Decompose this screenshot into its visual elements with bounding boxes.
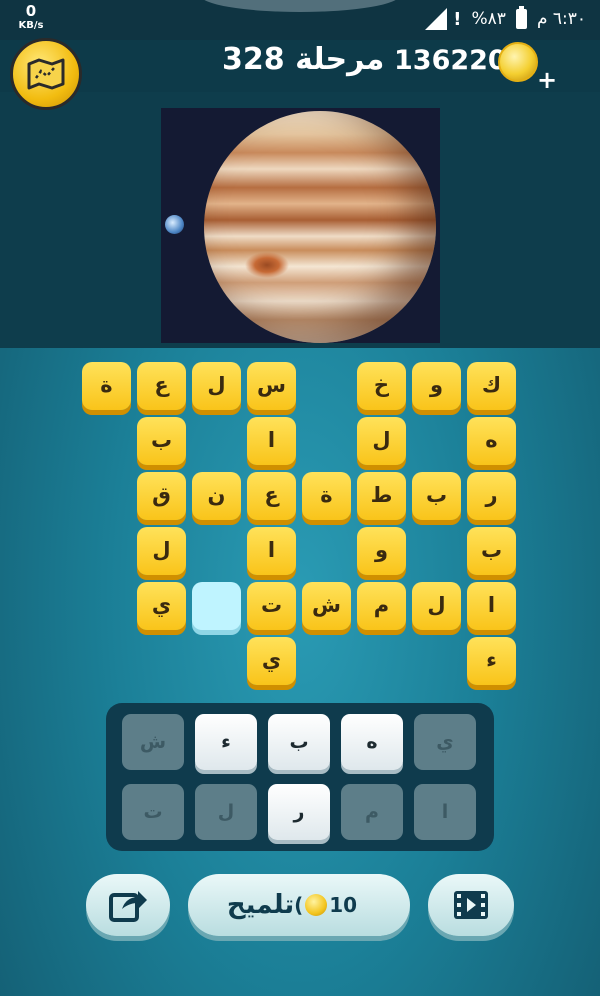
letter-tile[interactable]: ا <box>467 582 516 630</box>
letter-tile[interactable]: ي <box>137 582 186 630</box>
letter-tile[interactable]: خ <box>357 362 406 410</box>
share-icon <box>109 891 147 922</box>
letter-tile[interactable]: و <box>357 527 406 575</box>
letter-tile[interactable]: ل <box>137 527 186 575</box>
letter-tile[interactable]: ع <box>247 472 296 520</box>
status-bar: 0 KB/s ! %٨٣ ٦:٣٠ م <box>0 0 600 40</box>
letter-key[interactable]: ا <box>414 784 476 840</box>
letter-tile[interactable]: ء <box>467 637 516 685</box>
level-number: 328 <box>222 42 285 77</box>
letter-tile[interactable]: م <box>357 582 406 630</box>
letter-tile[interactable]: ر <box>467 472 516 520</box>
letter-tile[interactable]: ب <box>467 527 516 575</box>
letter-tile[interactable]: ا <box>247 417 296 465</box>
letter-key[interactable]: ر <box>268 784 330 840</box>
signal-icon <box>425 8 448 30</box>
share-button[interactable] <box>86 874 170 936</box>
hint-label: تلميح <box>226 890 295 920</box>
add-coins-button[interactable]: + <box>537 68 557 92</box>
letter-tile[interactable]: ط <box>357 472 406 520</box>
network-speed: 0 KB/s <box>18 2 44 31</box>
letter-key[interactable]: ب <box>268 714 330 770</box>
hint-button[interactable]: تلميح ( 10 <box>188 874 410 936</box>
letter-tile[interactable]: ت <box>247 582 296 630</box>
letter-tile[interactable]: و <box>412 362 461 410</box>
letter-tile[interactable]: ل <box>357 417 406 465</box>
hint-cost: ( 10 <box>294 893 358 917</box>
battery-percent: %٨٣ <box>471 9 506 29</box>
letter-tile[interactable]: ن <box>192 472 241 520</box>
earth-image <box>165 215 184 234</box>
letter-tile[interactable]: ب <box>412 472 461 520</box>
letter-tile[interactable]: ك <box>467 362 516 410</box>
letter-tile[interactable]: ب <box>137 417 186 465</box>
letter-tile[interactable]: ة <box>82 362 131 410</box>
letter-key[interactable]: ش <box>122 714 184 770</box>
notch-shape <box>200 0 400 12</box>
film-icon <box>454 891 488 919</box>
letter-tile[interactable]: ة <box>302 472 351 520</box>
coin-icon <box>498 42 538 82</box>
letter-tile[interactable]: ي <box>247 637 296 685</box>
letter-tile[interactable]: ع <box>137 362 186 410</box>
letter-key[interactable]: ل <box>195 784 257 840</box>
level-label: مرحلة <box>295 42 385 77</box>
clock: ٦:٣٠ م <box>536 9 586 29</box>
hint-coin-icon <box>305 894 328 916</box>
letter-key[interactable]: ي <box>414 714 476 770</box>
puzzle-image <box>161 108 440 343</box>
letter-key[interactable]: ت <box>122 784 184 840</box>
status-right: ! %٨٣ ٦:٣٠ م <box>425 6 586 30</box>
letter-tile[interactable]: ق <box>137 472 186 520</box>
battery-icon <box>515 6 527 29</box>
map-icon <box>27 58 65 90</box>
letter-key[interactable]: م <box>341 784 403 840</box>
letter-tile[interactable]: س <box>247 362 296 410</box>
letter-tile[interactable]: ل <box>412 582 461 630</box>
no-data-icon: ! <box>453 8 462 30</box>
letter-tile[interactable]: ا <box>247 527 296 575</box>
video-button[interactable] <box>428 874 514 936</box>
empty-answer-cell[interactable] <box>192 582 241 630</box>
map-button[interactable] <box>10 38 82 110</box>
letter-tile[interactable]: ش <box>302 582 351 630</box>
level-indicator: مرحلة 328 <box>222 42 384 77</box>
letter-tile[interactable]: ه <box>467 417 516 465</box>
letter-tile[interactable]: ل <box>192 362 241 410</box>
jupiter-image <box>204 111 436 343</box>
letter-key[interactable]: ء <box>195 714 257 770</box>
letter-key[interactable]: ه <box>341 714 403 770</box>
